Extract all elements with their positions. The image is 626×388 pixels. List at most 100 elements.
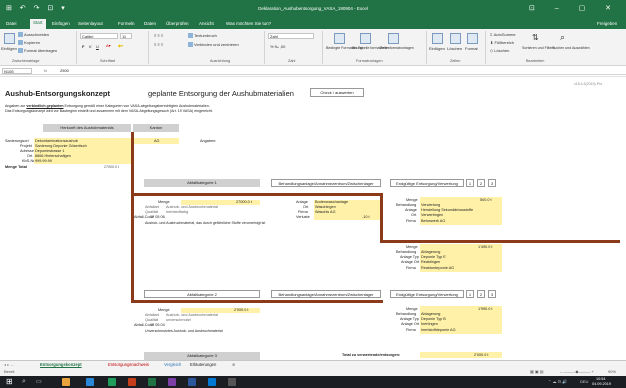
page-button[interactable]: 3 xyxy=(488,290,496,298)
bold-button[interactable]: F xyxy=(82,44,84,49)
field-value[interactable]: Bodenwaschanlage xyxy=(315,200,348,204)
page-button[interactable]: 2 xyxy=(477,179,485,187)
page-button[interactable]: 1 xyxy=(466,179,474,187)
number-format-select[interactable]: Zahl xyxy=(268,33,314,39)
delete-cells-icon[interactable] xyxy=(450,33,461,44)
format-cells-icon[interactable] xyxy=(467,33,478,44)
fill-button[interactable]: ⬇ Füllbereich xyxy=(490,40,514,45)
insert-cells-icon[interactable] xyxy=(432,33,443,44)
clear-button[interactable]: ◇ Löschen xyxy=(490,48,509,53)
italic-button[interactable]: K xyxy=(89,44,92,49)
zoom-level[interactable]: 90% xyxy=(608,369,616,374)
final-disposal-button-2[interactable]: Endgültige Entsorgung/Verwertung xyxy=(390,290,464,298)
field-value[interactable]: Reaktingen xyxy=(421,260,440,264)
app-icon[interactable] xyxy=(228,378,236,386)
tab-scroll-arrows[interactable]: ◂ ▸ … xyxy=(4,362,15,367)
origin-value[interactable]: 999.99.99 xyxy=(35,159,52,163)
onenote-icon[interactable] xyxy=(168,378,176,386)
field-value[interactable]: Inertstoffdeponie AG xyxy=(421,328,456,332)
treatment-button-1[interactable]: Behandlungsanlage/Annahmezentrum/Zwische… xyxy=(271,179,381,187)
check-button[interactable]: Check / auswerten xyxy=(310,88,364,97)
formula-input[interactable]: 2500 xyxy=(60,68,69,73)
font-name-select[interactable]: Calibri xyxy=(80,33,118,39)
file-explorer-icon[interactable] xyxy=(62,378,70,386)
field-value[interactable]: 1'490.0 t xyxy=(478,245,492,249)
origin-value[interactable]: Dekontaminationsaushub xyxy=(35,139,78,143)
number-format-icons[interactable]: % ‰ ,00 xyxy=(270,44,285,49)
worksheet[interactable]: Aushub-Entsorgungskonzept geplante Entso… xyxy=(0,76,626,360)
powerpoint-icon[interactable] xyxy=(128,378,136,386)
field-value[interactable]: Deponie Typ E xyxy=(421,255,446,259)
underline-button[interactable]: U xyxy=(96,44,99,49)
sheet-tab-vergleich[interactable]: Vergleich xyxy=(164,362,181,367)
share-button[interactable]: Freigeben xyxy=(597,21,617,26)
browser-icon[interactable] xyxy=(86,378,94,386)
format-table-icon[interactable] xyxy=(360,33,371,44)
treatment-button-2[interactable]: Behandlungsanlage/Annahmezentrum/Zwische… xyxy=(271,290,381,298)
excel-icon[interactable] xyxy=(148,378,156,386)
sheet-tab-entsorgungskonzept[interactable]: Entsorgungskonzept xyxy=(40,362,82,367)
page-button[interactable]: 2 xyxy=(477,290,485,298)
format-cells-button[interactable]: Format xyxy=(465,46,478,51)
add-sheet-button[interactable]: ⊕ xyxy=(232,362,236,367)
field-value[interactable]: Waschingen xyxy=(315,205,336,209)
window-controls[interactable]: ⊡ – ▢ ✕ xyxy=(529,4,620,12)
tab-datei[interactable]: Datei xyxy=(6,21,17,26)
sort-filter-icon[interactable]: ⇅ xyxy=(532,33,539,42)
tab-formeln[interactable]: Formeln xyxy=(118,21,135,26)
origin-value[interactable]: Sanierung Deponie Gösertisch xyxy=(35,144,87,148)
search-icon[interactable]: ⌕ xyxy=(22,378,26,386)
font-color-icon[interactable]: A▾ xyxy=(106,43,111,48)
field-value[interactable]: Verwertung xyxy=(421,203,440,207)
copy-button[interactable]: Kopieren xyxy=(18,40,40,46)
field-value[interactable]: 27000.0 t xyxy=(236,200,252,204)
align-top-icon[interactable]: ≡ ≡ ≡ xyxy=(154,33,163,38)
sheet-tab-entsorgungsnachweis[interactable]: Entsorgungsnachweis xyxy=(108,362,149,367)
zoom-slider[interactable]: – ———◆——— + xyxy=(560,369,594,374)
origin-value[interactable]: 6666 Hinterschafigen xyxy=(35,154,71,158)
field-value[interactable]: Ablagerung xyxy=(421,250,440,254)
fx-icon[interactable]: fx xyxy=(44,68,47,73)
field-value[interactable]: Waschis AG xyxy=(315,210,336,214)
tab-ueberpruefen[interactable]: Überprüfen xyxy=(166,21,189,26)
tab-ansicht[interactable]: Ansicht xyxy=(199,21,214,26)
clock-date[interactable]: 04.09.2019 xyxy=(592,382,611,386)
name-box[interactable]: N105 xyxy=(2,68,32,74)
delete-cells-button[interactable]: Löschen xyxy=(447,46,462,51)
wrap-text-button[interactable]: Textumbruch xyxy=(188,33,217,39)
align-left-icon[interactable]: ≡ ≡ ≡ xyxy=(154,42,163,47)
field-value[interactable]: 1'990.0 t xyxy=(478,307,492,311)
field-value[interactable]: -10 t xyxy=(362,215,370,219)
fill-color-icon[interactable]: ◆▾ xyxy=(118,43,123,48)
canton-value[interactable]: AG xyxy=(154,139,160,143)
language-indicator[interactable]: DEU xyxy=(580,379,588,384)
merge-center-button[interactable]: Verbinden und zentrieren xyxy=(188,42,239,48)
paste-button[interactable]: Einfügen xyxy=(1,46,17,51)
font-size-select[interactable]: 11 xyxy=(120,33,132,39)
tab-einfuegen[interactable]: Einfügen xyxy=(52,21,70,26)
origin-value[interactable]: Deponiestrasse 1 xyxy=(35,149,65,153)
field-value[interactable]: 2'000.0 t xyxy=(234,308,248,312)
final-disposal-button-1[interactable]: Endgültige Entsorgung/Verwertung xyxy=(390,179,464,187)
find-icon[interactable]: ⌕ xyxy=(560,32,565,43)
tab-seitenlayout[interactable]: Seitenlayout xyxy=(78,21,103,26)
autosum-button[interactable]: Σ AutoSumme xyxy=(490,32,516,37)
page-button[interactable]: 3 xyxy=(488,179,496,187)
paste-icon[interactable] xyxy=(4,33,15,44)
field-value[interactable]: Reaktordeponie AG xyxy=(421,266,454,270)
clock-time[interactable]: 10:54 xyxy=(596,377,606,381)
task-view-icon[interactable]: ▭ xyxy=(36,378,42,385)
page-button[interactable]: 1 xyxy=(466,290,474,298)
conditional-format-icon[interactable] xyxy=(334,33,345,44)
system-tray-icons[interactable]: ⌃ ☁ ⊡ 🔊 xyxy=(548,379,567,384)
field-value[interactable]: 500.0 t xyxy=(480,198,492,202)
windows-start-icon[interactable]: ⊞ xyxy=(6,377,13,386)
cut-button[interactable]: Ausschneiden xyxy=(18,32,49,38)
sort-filter-button[interactable]: Sortieren und Filtern xyxy=(522,46,555,50)
find-select-button[interactable]: Suchen und Auswählen xyxy=(552,46,590,50)
format-painter-button[interactable]: Format übertragen xyxy=(18,48,57,54)
tab-daten[interactable]: Daten xyxy=(144,21,156,26)
sheet-tab-erlaeuterungen[interactable]: Erläuterungen xyxy=(190,362,216,367)
field-value[interactable]: Herstellung Sekundärbaustoffe xyxy=(421,208,473,212)
field-value[interactable]: Verwertingen xyxy=(421,213,443,217)
